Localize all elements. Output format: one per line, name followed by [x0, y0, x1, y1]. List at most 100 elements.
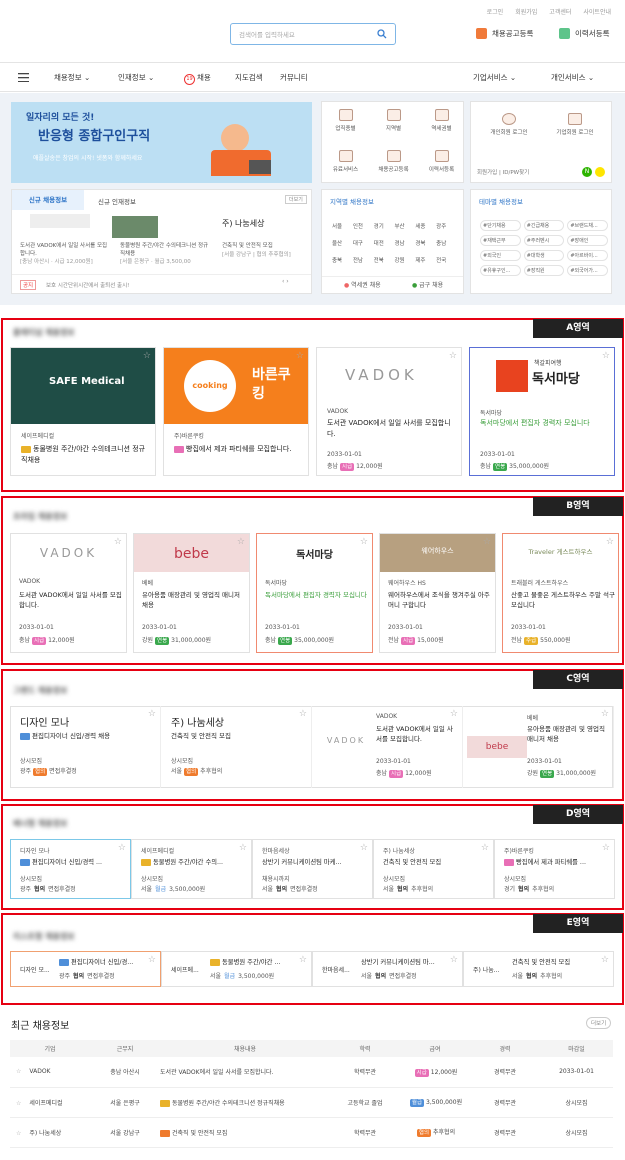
region-link[interactable]: 경북: [415, 239, 436, 247]
star-icon[interactable]: ☆: [602, 351, 610, 361]
support-link[interactable]: 고객센터: [549, 7, 571, 16]
notice-arrows[interactable]: ‹ ›: [282, 278, 289, 285]
job-card[interactable]: 웨어하우스 ☆ 웨어하우스 HS 웨어하우스에서 조식을 챙겨주실 아주머니 구합니다…: [379, 533, 496, 653]
search-icon[interactable]: [377, 29, 387, 39]
job-card[interactable]: ☆ 한마음세... 상반기 커뮤니케이션팀 마... 서울 협의 면접후결정: [312, 951, 463, 987]
job-card[interactable]: ☆ 주) 나눔... 건축직 및 안전직 모집 서울 협의 추후협의: [463, 951, 614, 987]
job-card[interactable]: VADOK ☆ VADOK 도서관 VADOK에서 일일 사서를 모집합니다. …: [316, 347, 462, 476]
region-link[interactable]: 전국: [436, 256, 457, 264]
star-icon[interactable]: ☆: [143, 351, 151, 361]
notice-text[interactable]: 보호 시간단위시간에서 출퇴선 출시!: [46, 281, 129, 289]
recent-more-button[interactable]: 더보기: [586, 1017, 612, 1029]
job-card[interactable]: bebe ☆ 베베 유아용품 매장관리 및 영업직 매니저 채용 2033-01-01 강…: [133, 533, 250, 653]
find-id-link[interactable]: ID/PW찾기: [503, 170, 530, 176]
star-icon[interactable]: ☆: [239, 843, 247, 853]
region-link[interactable]: 대전: [374, 239, 395, 247]
star-icon[interactable]: ☆: [16, 1068, 21, 1075]
new-job-3[interactable]: 건축직 및 안전직 모집 [서울 강남구 | 협의 추후협의]: [222, 242, 312, 260]
theme-tag[interactable]: #단기채용: [480, 220, 521, 231]
region-link[interactable]: 울산: [332, 239, 353, 247]
login-link[interactable]: 로그인: [487, 7, 504, 16]
tab-new-jobs[interactable]: 신규 채용정보: [12, 190, 84, 210]
join-link[interactable]: 회원가입: [477, 170, 497, 176]
search-input[interactable]: 검색어를 입력하세요: [230, 23, 396, 45]
tab-new-talent[interactable]: 신규 인재정보: [98, 196, 136, 206]
theme-tag[interactable]: #아르바이...: [567, 250, 608, 261]
subway-jobs-link[interactable]: ● 역세권 채용: [344, 280, 381, 289]
star-icon[interactable]: ☆: [450, 955, 458, 965]
theme-tag[interactable]: #대학생: [523, 250, 565, 261]
theme-tag[interactable]: #주러벤시: [523, 235, 565, 246]
job-card[interactable]: ☆ VADOK VADOK 도서관 VADOK에서 일일 사서를 모집합니다. 2033…: [312, 706, 463, 788]
star-icon[interactable]: ☆: [449, 351, 457, 361]
tile-resume[interactable]: 이력서등록: [418, 143, 465, 181]
star-icon[interactable]: ☆: [601, 709, 609, 719]
star-icon[interactable]: ☆: [360, 843, 368, 853]
star-icon[interactable]: ☆: [606, 537, 614, 547]
nav-community[interactable]: 커뮤니티: [280, 72, 308, 83]
region-link[interactable]: 강원: [395, 256, 416, 264]
region-link[interactable]: 전남: [353, 256, 374, 264]
nav-19-jobs[interactable]: 19 채용: [184, 72, 211, 85]
star-icon[interactable]: ☆: [16, 1130, 21, 1137]
region-link[interactable]: 서울: [332, 222, 353, 230]
job-card[interactable]: ☆ 한마음세상 상반기 커뮤니케이션팀 마케... 채용시까지 서울 협의 면접후결정: [252, 839, 373, 899]
region-link[interactable]: 경기: [374, 222, 395, 230]
region-link[interactable]: 세종: [415, 222, 436, 230]
region-link[interactable]: 충북: [332, 256, 353, 264]
nav-personal-service[interactable]: 개인서비스 ⌄: [551, 72, 594, 83]
region-link[interactable]: 충남: [436, 239, 457, 247]
job-card[interactable]: ☆ 주) 나눔세상 건축직 및 안전직 모집 상시모집 서울 협의 추후협의: [161, 706, 312, 788]
personal-login-button[interactable]: 개인회원 로그인: [479, 106, 539, 156]
region-link[interactable]: 전북: [374, 256, 395, 264]
star-icon[interactable]: ☆: [16, 1100, 21, 1107]
job-card[interactable]: ☆ 세이프메디컬 동물병원 주간/야간 수의... 상시모집 서울 월급 3,500,000…: [131, 839, 252, 899]
new-job-2[interactable]: 동물병원 주간/야간 수의테크니션 정규직채용 [서울 은평구 · 월급 3,50…: [120, 242, 212, 266]
signup-link[interactable]: 회원가입: [515, 7, 537, 16]
job-card[interactable]: VADOK ☆ VADOK 도서관 VADOK에서 일일 사서를 모집합니다. 2033…: [10, 533, 127, 653]
region-link[interactable]: 광주: [436, 222, 457, 230]
tile-job-type[interactable]: 업직종별: [322, 102, 369, 140]
job-card[interactable]: ☆ 디자인 모나 편집디자이너 신입/경력 채용 상시모집 광주 협의 면접후결정: [10, 706, 161, 788]
tile-region[interactable]: 지역별: [370, 102, 417, 140]
star-icon[interactable]: ☆: [602, 843, 610, 853]
new-job-1[interactable]: 도서관 VADOK에서 일일 사서를 모집합니다. [충남 아산시 · 시급 12…: [20, 242, 112, 266]
star-icon[interactable]: ☆: [483, 537, 491, 547]
job-content[interactable]: 건축직 및 안전직 모집: [172, 1130, 227, 1137]
job-content[interactable]: 도서관 VADOK에서 일일 사서를 모집합니다.: [160, 1069, 273, 1076]
region-link[interactable]: 인천: [353, 222, 374, 230]
job-card[interactable]: 책갈피여행 독서마당 ☆ 독서마당 독서마당에서 편집자 경력자 모십니다 20…: [469, 347, 615, 476]
job-card[interactable]: 독서마당 ☆ 독서마당 독서마당에서 편집자 경력자 모십니다 2033-01-01 충남…: [256, 533, 373, 653]
theme-tag[interactable]: #외국인: [480, 250, 521, 261]
job-card[interactable]: Traveler 게스트하우스 ☆ 트래블러 게스트하우스 산좋고 물좋은 게스트하우…: [502, 533, 619, 653]
star-icon[interactable]: ☆: [299, 709, 307, 719]
job-card[interactable]: ☆ 주) 나눔세상 건축직 및 안전직 모집 상시모집 서울 협의 추후협의: [373, 839, 494, 899]
job-card[interactable]: SAFE Medical ☆ 세이프메디컬 동물병원 주간/야간 수의테크니션 …: [10, 347, 156, 476]
tile-subway[interactable]: 역세권별: [418, 102, 465, 140]
tile-paid-service[interactable]: 유료서비스: [322, 143, 369, 181]
star-icon[interactable]: ☆: [148, 955, 156, 965]
nav-talent[interactable]: 인재정보 ⌄: [118, 72, 154, 83]
theme-tag[interactable]: #긴급채용: [523, 220, 565, 231]
star-icon[interactable]: ☆: [118, 843, 126, 853]
site-guide-link[interactable]: 사이트안내: [583, 7, 611, 16]
theme-tag[interactable]: #외국어가...: [567, 265, 608, 276]
job-card[interactable]: ☆ 디자인 모... 편집디자이너 신입/경... 광주 협의 면접후결정: [10, 951, 161, 987]
nav-company-service[interactable]: 기업서비스 ⌄: [473, 72, 516, 83]
more-button[interactable]: 더보기: [285, 195, 307, 204]
theme-tag[interactable]: #장애인: [567, 235, 608, 246]
urgent-jobs-link[interactable]: ● 급구 채용: [412, 280, 443, 289]
star-icon[interactable]: ☆: [481, 843, 489, 853]
naver-login-icon[interactable]: N: [582, 167, 592, 177]
main-banner[interactable]: 일자리의 모든 것! 반응형 종합구인구직 애플살송은 창업의 시작! 넷폼와 …: [11, 102, 312, 183]
table-row[interactable]: ☆ 세이프메디컬 서울 은평구 동물병원 주간/야간 수의테크니션 정규직채용 고등학교…: [10, 1087, 613, 1118]
job-card[interactable]: ☆ 세이프메... 동물병원 주간/야간 ... 서울 월급 3,500,000원: [161, 951, 312, 987]
menu-icon[interactable]: [18, 73, 29, 82]
star-icon[interactable]: ☆: [237, 537, 245, 547]
kakao-login-icon[interactable]: [595, 167, 605, 177]
nav-jobs[interactable]: 채용정보 ⌄: [54, 72, 90, 83]
star-icon[interactable]: ☆: [450, 709, 458, 719]
job-content[interactable]: 동물병원 주간/야간 수의테크니션 정규직채용: [172, 1100, 285, 1107]
theme-tag[interactable]: #장직원: [523, 265, 565, 276]
star-icon[interactable]: ☆: [360, 537, 368, 547]
